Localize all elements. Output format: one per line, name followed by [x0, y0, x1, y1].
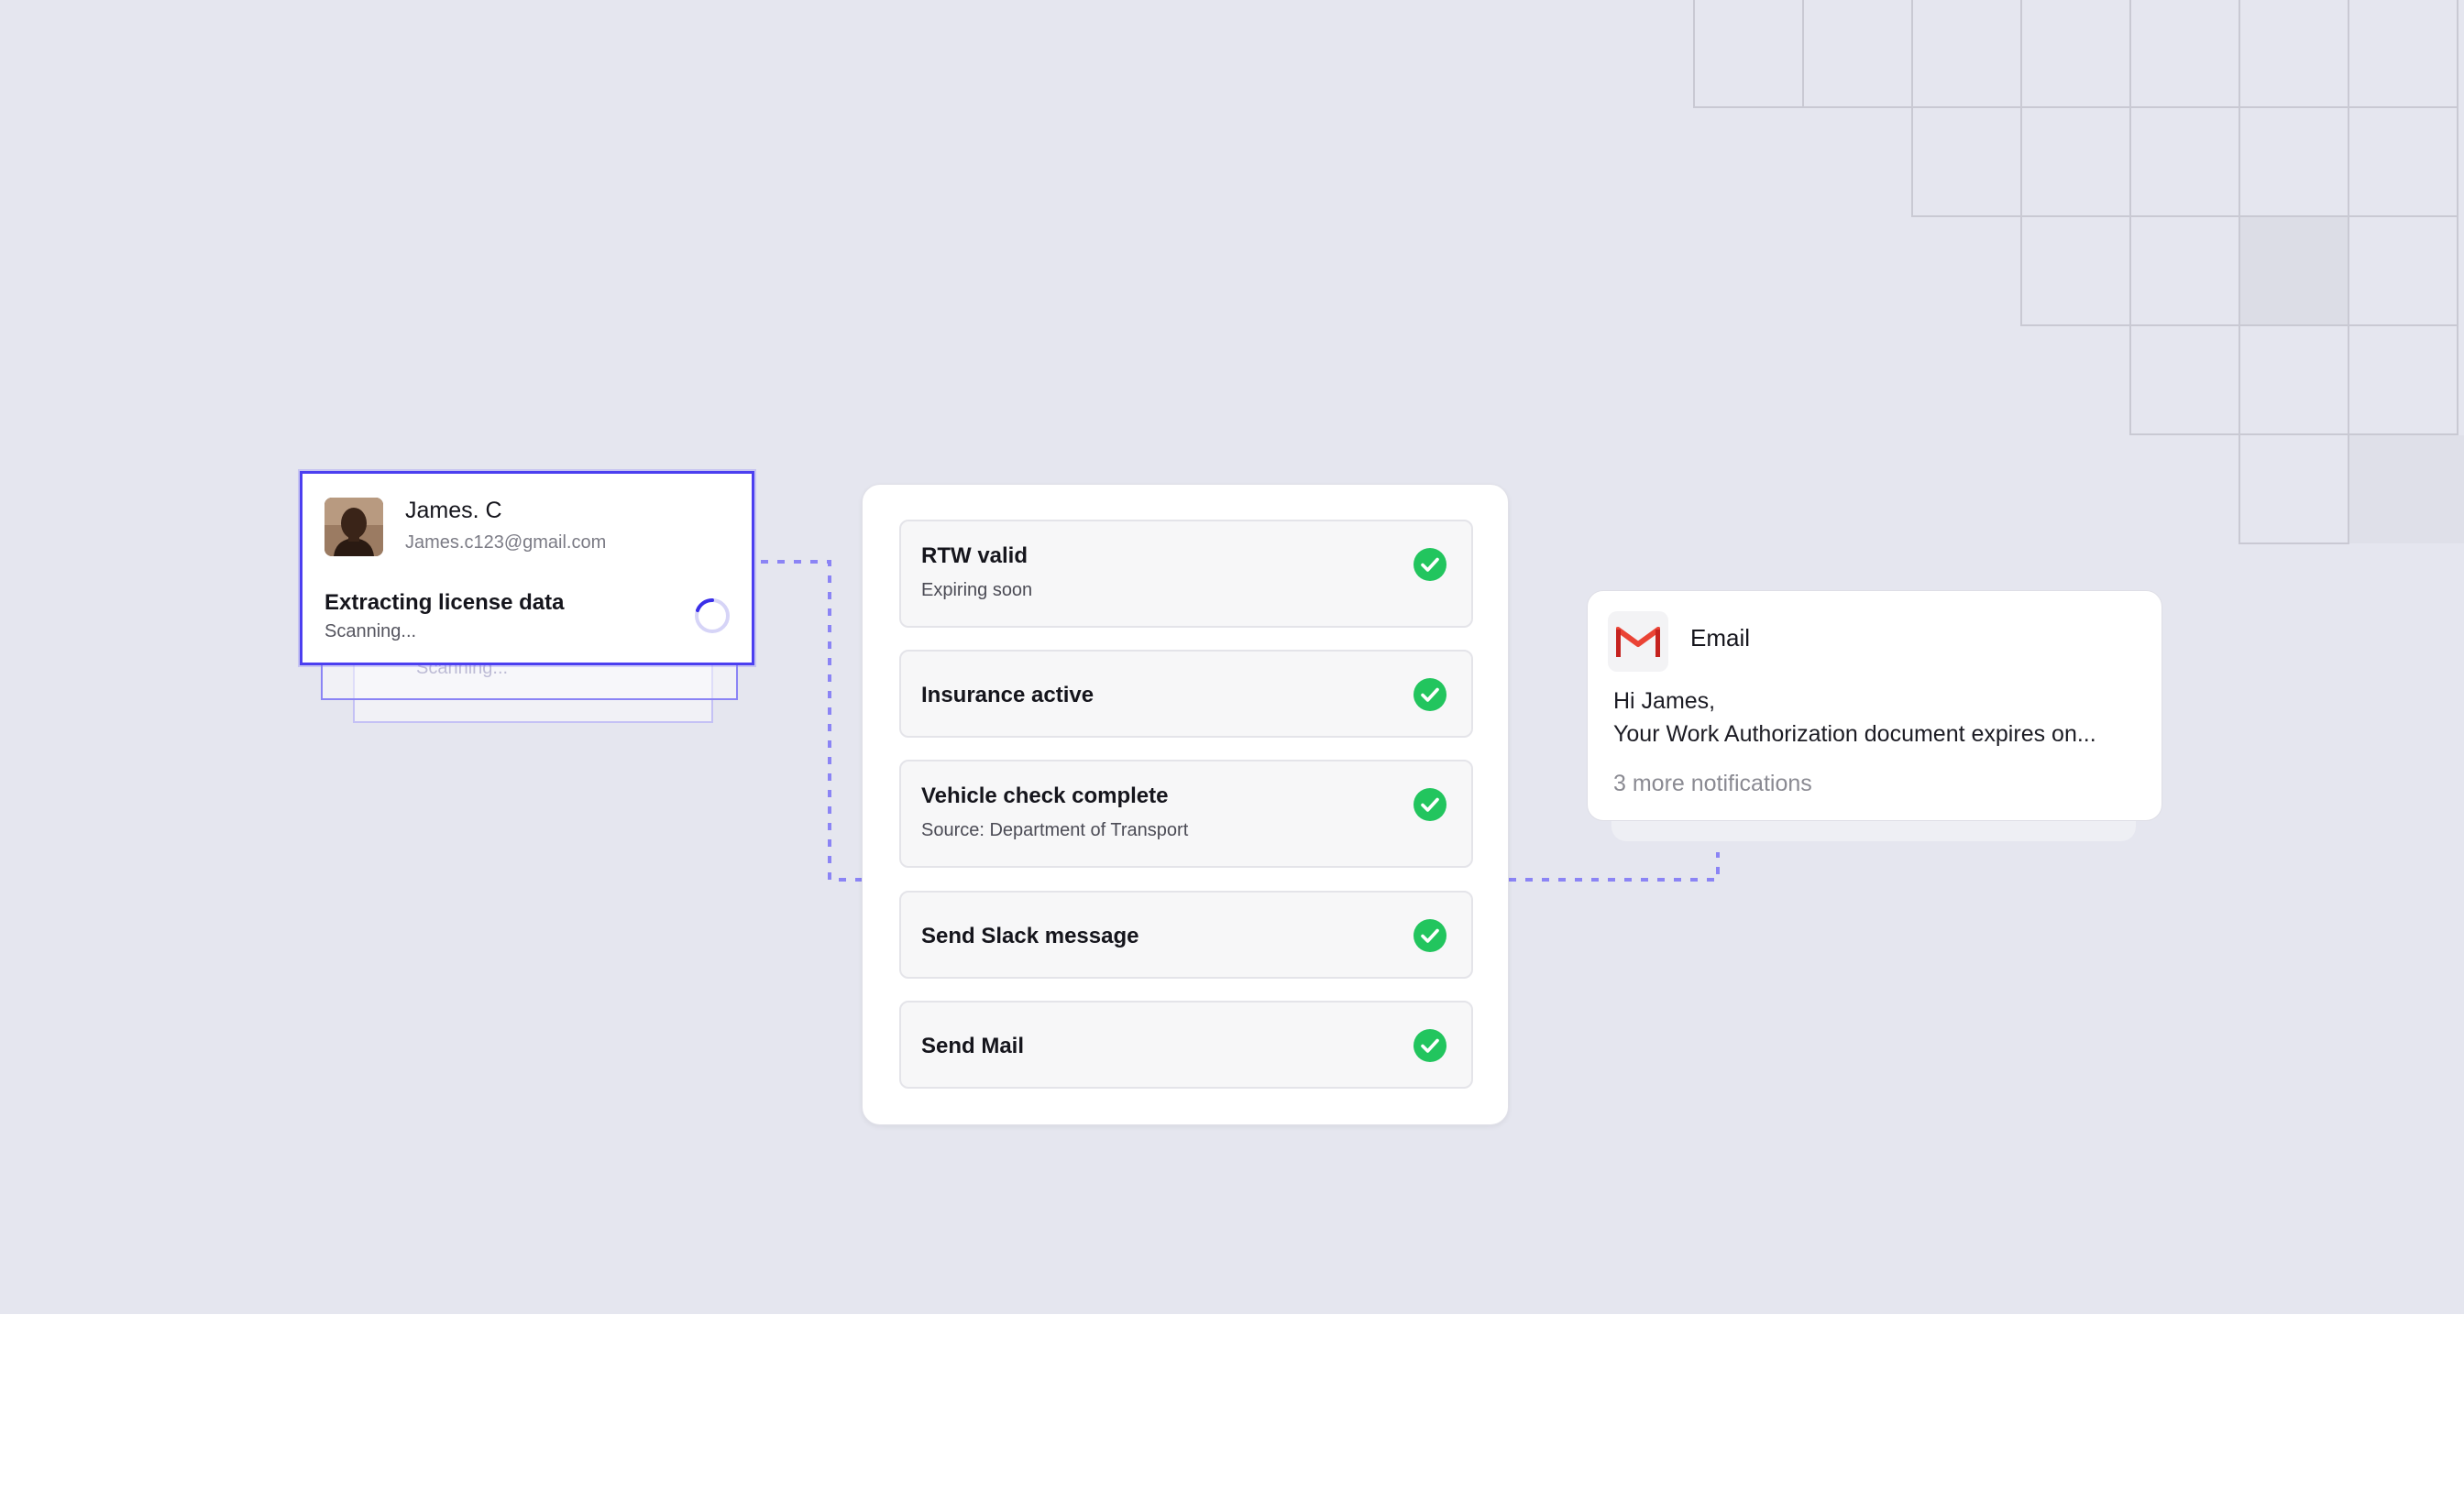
canvas-background: Scanning... James. C James.c123@gmail.co…: [0, 0, 2464, 1314]
check-circle-icon: [1414, 548, 1446, 581]
check-item-title: Vehicle check complete: [921, 783, 1169, 808]
scan-status-subtitle: Scanning...: [324, 621, 417, 641]
more-notifications-link[interactable]: 3 more notifications: [1613, 771, 1812, 797]
check-item-insurance[interactable]: Insurance active: [899, 650, 1473, 738]
user-name: James. C: [405, 498, 502, 523]
scan-status-title: Extracting license data: [324, 590, 565, 615]
user-email: James.c123@gmail.com: [405, 532, 607, 553]
avatar: [324, 498, 383, 556]
check-item-subtitle: Source: Department of Transport: [921, 820, 1189, 840]
loading-spinner-icon: [695, 597, 730, 633]
check-item-rtw[interactable]: RTW valid Expiring soon: [899, 520, 1473, 628]
check-item-title: RTW valid: [921, 543, 1028, 568]
check-circle-icon: [1414, 678, 1446, 711]
email-greeting: Hi James,: [1613, 688, 1716, 714]
check-circle-icon: [1414, 919, 1446, 952]
profile-scan-card[interactable]: James. C James.c123@gmail.com Extracting…: [300, 471, 754, 665]
email-source-label: Email: [1690, 624, 1751, 652]
gmail-icon: [1608, 611, 1668, 672]
check-item-slack[interactable]: Send Slack message: [899, 891, 1473, 979]
check-item-mail[interactable]: Send Mail: [899, 1001, 1473, 1089]
check-item-title: Insurance active: [921, 683, 1094, 707]
email-preview: Your Work Authorization document expires…: [1613, 721, 2096, 747]
check-item-vehicle[interactable]: Vehicle check complete Source: Departmen…: [899, 760, 1473, 868]
email-notification-card[interactable]: Email Hi James, Your Work Authorization …: [1587, 590, 2162, 821]
check-item-subtitle: Expiring soon: [921, 580, 1033, 600]
check-circle-icon: [1414, 1029, 1446, 1062]
verification-checklist: RTW valid Expiring soon Insurance active…: [862, 484, 1509, 1125]
check-item-title: Send Slack message: [921, 924, 1139, 948]
check-item-title: Send Mail: [921, 1034, 1025, 1058]
check-circle-icon: [1414, 788, 1446, 821]
